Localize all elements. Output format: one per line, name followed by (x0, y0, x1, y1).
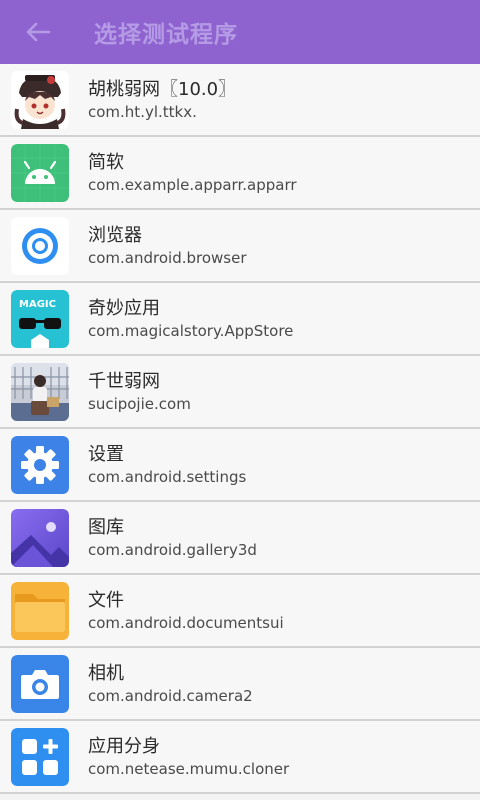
magic-label: MAGIC (19, 299, 56, 310)
app-package: com.android.browser (88, 248, 247, 267)
app-row-camera[interactable]: 相机 com.android.camera2 (0, 648, 480, 721)
hutao-avatar-icon (11, 70, 69, 129)
app-row-qianshi[interactable]: 千世弱网 sucipojie.com (0, 356, 480, 429)
gallery-mountain-icon (11, 508, 69, 567)
settings-gear-icon (11, 435, 69, 494)
app-package: com.netease.mumu.cloner (88, 759, 290, 778)
app-package: com.android.documentsui (88, 613, 284, 632)
app-row-settings[interactable]: 设置 com.android.settings (0, 429, 480, 502)
app-name: 文件 (88, 589, 124, 611)
app-row-files[interactable]: 文件 com.android.documentsui (0, 575, 480, 648)
app-row-jianruan[interactable]: 简软 com.example.apparr.apparr (0, 137, 480, 210)
app-row-browser[interactable]: 浏览器 com.android.browser (0, 210, 480, 283)
camera-icon (11, 654, 69, 713)
app-package: com.magicalstory.AppStore (88, 321, 294, 340)
app-package: com.ht.yl.ttkx. (88, 102, 197, 121)
app-row-hutao[interactable]: 胡桃弱网〖10.0〗 com.ht.yl.ttkx. (0, 64, 480, 137)
app-row-gallery[interactable]: 图库 com.android.gallery3d (0, 502, 480, 575)
back-button[interactable] (22, 16, 54, 48)
app-list: 胡桃弱网〖10.0〗 com.ht.yl.ttkx. 简软 com.exampl… (0, 64, 480, 794)
app-row-magic[interactable]: MAGIC 奇妙应用 com.magicalstory.AppStore (0, 283, 480, 356)
browser-ring-icon (11, 216, 69, 275)
app-name: 简软 (88, 151, 124, 173)
app-name: 千世弱网 (88, 370, 160, 392)
app-name: 胡桃弱网〖10.0〗 (88, 78, 237, 100)
app-name: 相机 (88, 662, 124, 684)
arrow-left-icon (26, 22, 51, 42)
photo-person-icon (11, 362, 69, 421)
app-package: com.android.gallery3d (88, 540, 257, 559)
app-cloner-grid-icon (11, 727, 69, 786)
app-name: 图库 (88, 516, 124, 538)
app-bar: 选择测试程序 (0, 0, 480, 64)
app-package: com.example.apparr.apparr (88, 175, 297, 194)
page-title: 选择测试程序 (94, 22, 238, 48)
magic-sunglasses-icon: MAGIC (11, 289, 69, 348)
app-name: 奇妙应用 (88, 297, 160, 319)
folder-icon (11, 581, 69, 640)
app-name: 设置 (88, 443, 124, 465)
app-package: com.android.camera2 (88, 686, 253, 705)
android-robot-icon (11, 143, 69, 202)
app-package: com.android.settings (88, 467, 247, 486)
app-name: 浏览器 (88, 224, 142, 246)
app-package: sucipojie.com (88, 394, 191, 413)
app-row-cloner[interactable]: 应用分身 com.netease.mumu.cloner (0, 721, 480, 794)
app-picker-screen: 选择测试程序 胡桃弱网〖10.0〗 com.ht.yl.ttkx. 简软 com… (0, 0, 480, 800)
app-name: 应用分身 (88, 735, 160, 757)
